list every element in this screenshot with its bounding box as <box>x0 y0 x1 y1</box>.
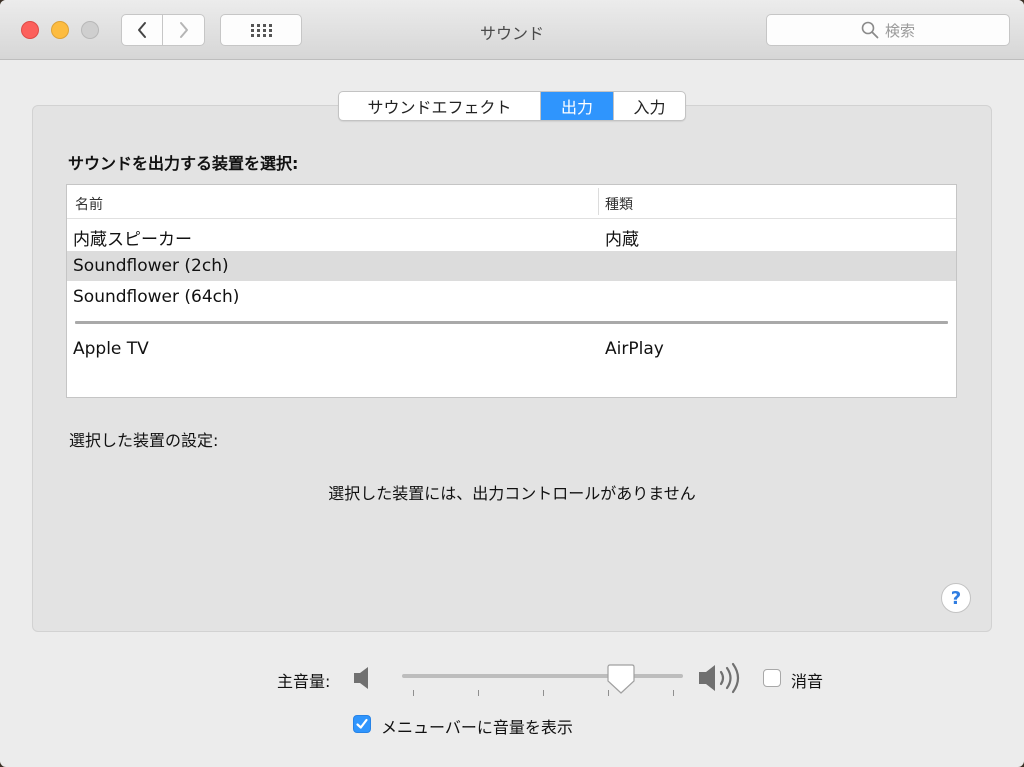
device-name: Apple TV <box>73 339 149 359</box>
speaker-high-icon <box>699 662 740 694</box>
help-label: ? <box>950 587 962 609</box>
no-controls-message: 選択した装置には、出力コントロールがありません <box>328 484 696 503</box>
slider-tick <box>543 690 544 696</box>
search-placeholder: 検索 <box>884 21 915 40</box>
slider-tick <box>673 690 674 696</box>
table-row[interactable]: 内蔵スピーカー 内蔵 <box>67 220 956 250</box>
device-kind: 内蔵 <box>605 230 639 250</box>
checkmark-icon <box>356 718 368 729</box>
mute-checkbox[interactable] <box>763 669 781 687</box>
output-device-table: 名前 種類 内蔵スピーカー 内蔵 Soundflower (2ch) Sound… <box>66 184 957 398</box>
output-section-title: サウンドを出力する装置を選択: <box>68 154 299 173</box>
device-name: 内蔵スピーカー <box>73 230 192 250</box>
tab-output[interactable]: 出力 <box>541 92 613 120</box>
tab-input[interactable]: 入力 <box>613 92 685 120</box>
search-icon <box>861 21 879 39</box>
speaker-low-icon <box>354 667 368 689</box>
column-separator <box>598 188 599 215</box>
device-group-divider <box>75 321 948 324</box>
device-name: Soundflower (64ch) <box>73 287 240 307</box>
column-header-name[interactable]: 名前 <box>75 194 103 214</box>
volume-slider-thumb[interactable] <box>606 663 636 695</box>
title-bar: サウンド 検索 <box>0 0 1024 60</box>
mute-label: 消音 <box>791 672 824 691</box>
search-field[interactable]: 検索 <box>766 14 1010 46</box>
table-row[interactable]: Soundflower (64ch) <box>67 282 956 312</box>
tab-sound-effects[interactable]: サウンドエフェクト <box>339 92 541 120</box>
output-volume-label: 主音量: <box>277 672 331 691</box>
volume-slider-track[interactable] <box>402 674 683 678</box>
help-button[interactable]: ? <box>941 583 971 613</box>
column-header-kind[interactable]: 種類 <box>605 194 633 214</box>
table-row[interactable]: Apple TV AirPlay <box>67 334 956 364</box>
show-volume-in-menubar-label: メニューバーに音量を表示 <box>381 718 573 737</box>
device-settings-label: 選択した装置の設定: <box>69 431 219 450</box>
sound-preferences-window: サウンド 検索 サウンドエフェクト 出力 入力 サウンドを出力する装置を選択: … <box>0 0 1024 767</box>
table-row-selected[interactable]: Soundflower (2ch) <box>67 251 956 281</box>
show-volume-in-menubar-checkbox[interactable] <box>353 715 371 733</box>
slider-tick <box>478 690 479 696</box>
tab-bar: サウンドエフェクト 出力 入力 <box>338 91 686 121</box>
table-header: 名前 種類 <box>67 185 956 219</box>
slider-tick <box>413 690 414 696</box>
device-name: Soundflower (2ch) <box>73 256 229 276</box>
device-kind: AirPlay <box>605 339 664 359</box>
